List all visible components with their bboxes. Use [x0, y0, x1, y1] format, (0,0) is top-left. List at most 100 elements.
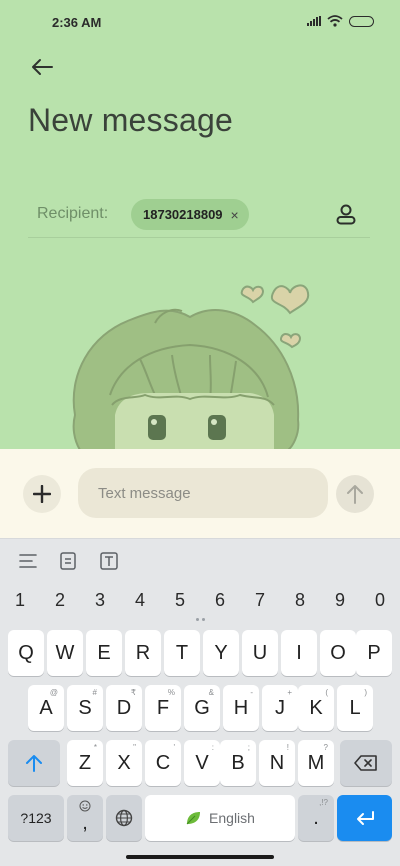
comma-key-label: , — [82, 811, 88, 834]
key-label: B — [231, 751, 245, 774]
key-label: O — [330, 641, 346, 664]
key-label: U — [252, 641, 268, 664]
status-bar: 2:36 AM — [0, 0, 400, 44]
key-z[interactable]: * Z — [67, 740, 103, 786]
key-label: T — [175, 641, 189, 664]
space-key[interactable]: English — [145, 795, 295, 841]
key-sub-label: + — [287, 688, 292, 697]
keyboard-menu-button[interactable] — [17, 550, 39, 572]
key-s[interactable]: # S — [67, 685, 103, 731]
shift-arrow-icon — [26, 755, 42, 772]
key-8[interactable]: 8 — [280, 590, 320, 611]
key-2[interactable]: 2 — [40, 590, 80, 611]
key-sub-label: ₹ — [130, 688, 136, 697]
key-o[interactable]: O — [320, 630, 356, 676]
recipient-chip-number: 18730218809 — [143, 207, 223, 222]
clipboard-icon — [60, 552, 76, 570]
key-l[interactable]: ) L — [337, 685, 373, 731]
key-7[interactable]: 7 — [240, 590, 280, 611]
key-sub-label: ; — [247, 743, 250, 752]
key-label: S — [78, 696, 92, 719]
key-i[interactable]: I — [281, 630, 317, 676]
key-label: L — [349, 696, 361, 719]
wifi-icon — [327, 15, 343, 27]
text-editing-button[interactable] — [98, 550, 120, 572]
contact-picker-button[interactable] — [332, 200, 360, 228]
compose-area — [0, 449, 400, 538]
key-sub-label: ? — [323, 743, 328, 752]
backspace-icon — [354, 755, 377, 771]
key-5[interactable]: 5 — [160, 590, 200, 611]
status-time: 2:36 AM — [52, 15, 102, 30]
send-button[interactable] — [336, 475, 374, 513]
key-a[interactable]: @ A — [28, 685, 64, 731]
enter-key[interactable] — [337, 795, 392, 841]
back-button[interactable] — [26, 52, 58, 82]
key-sub-label: @ — [49, 688, 58, 697]
key-q[interactable]: Q — [8, 630, 44, 676]
enter-arrow-icon — [356, 811, 374, 825]
attach-button[interactable] — [23, 475, 61, 513]
key-r[interactable]: R — [125, 630, 161, 676]
plus-icon — [33, 485, 51, 503]
key-label: N — [269, 751, 285, 774]
key-m[interactable]: ? M — [298, 740, 334, 786]
chip-close-icon[interactable]: × — [231, 208, 239, 222]
keyboard-toolbar — [0, 538, 400, 582]
message-input[interactable] — [78, 468, 328, 518]
key-label: F — [156, 696, 170, 719]
background-illustration — [72, 284, 310, 450]
key-label: W — [55, 641, 75, 664]
key-j[interactable]: + J — [262, 685, 298, 731]
key-y[interactable]: Y — [203, 630, 239, 676]
key-9[interactable]: 9 — [320, 590, 360, 611]
key-label: A — [39, 696, 53, 719]
key-b[interactable]: ; B — [220, 740, 256, 786]
key-label: I — [296, 641, 302, 664]
comma-key[interactable]: , — [67, 795, 103, 841]
home-indicator[interactable] — [126, 855, 274, 859]
key-4[interactable]: 4 — [120, 590, 160, 611]
key-p[interactable]: P — [356, 630, 392, 676]
key-1[interactable]: 1 — [0, 590, 40, 611]
key-t[interactable]: T — [164, 630, 200, 676]
language-key[interactable] — [106, 795, 142, 841]
key-3[interactable]: 3 — [80, 590, 120, 611]
key-sub-label: * — [93, 743, 97, 752]
symbols-key[interactable]: ?123 — [8, 795, 64, 841]
key-f[interactable]: % F — [145, 685, 181, 731]
key-w[interactable]: W — [47, 630, 83, 676]
status-icons — [307, 15, 374, 27]
period-key[interactable]: ,!? . — [298, 795, 334, 841]
key-h[interactable]: -H — [223, 685, 259, 731]
period-key-label: . — [313, 806, 319, 829]
key-x[interactable]: " X — [106, 740, 142, 786]
key-label: D — [116, 696, 132, 719]
key-0[interactable]: 0 — [360, 590, 400, 611]
key-c[interactable]: ' C — [145, 740, 181, 786]
key-label: X — [117, 751, 131, 774]
key-n[interactable]: ! N — [259, 740, 295, 786]
key-sub-label: ' — [173, 743, 175, 752]
key-label: J — [275, 696, 285, 719]
key-g[interactable]: & G — [184, 685, 220, 731]
shift-key[interactable] — [8, 740, 60, 786]
key-u[interactable]: U — [242, 630, 278, 676]
key-label: Q — [18, 641, 34, 664]
backspace-key[interactable] — [340, 740, 392, 786]
space-key-label: English — [209, 810, 255, 826]
person-icon — [336, 204, 356, 225]
key-v[interactable]: :V — [184, 740, 220, 786]
clipboard-button[interactable] — [57, 550, 79, 572]
key-e[interactable]: E — [86, 630, 122, 676]
key-6[interactable]: 6 — [200, 590, 240, 611]
key-label: Z — [78, 751, 92, 774]
key-sub-label: ( — [325, 688, 328, 697]
key-d[interactable]: ₹ D — [106, 685, 142, 731]
key-sub-label: % — [167, 688, 175, 697]
leaf-icon — [186, 812, 201, 825]
globe-icon — [115, 809, 133, 827]
recipient-chip[interactable]: 18730218809 × — [131, 199, 249, 230]
key-label: M — [307, 751, 325, 774]
key-k[interactable]: (K — [298, 685, 334, 731]
